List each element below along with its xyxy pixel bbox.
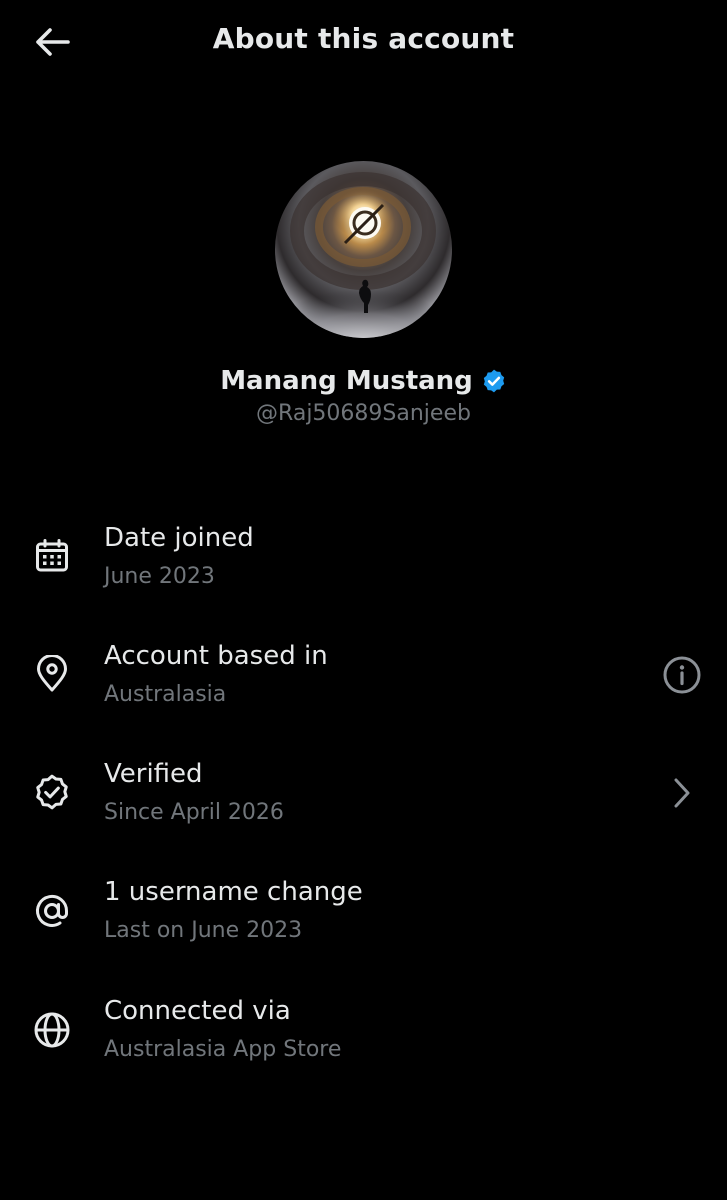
avatar[interactable]	[275, 161, 452, 338]
verified-chevron[interactable]	[660, 771, 704, 815]
location-pin-icon-wrap	[32, 654, 72, 694]
verified-check-icon	[36, 774, 68, 810]
profile-name: Manang Mustang	[220, 366, 473, 396]
row-verified[interactable]: Verified Since April 2026	[0, 748, 727, 848]
calendar-icon-wrap	[32, 536, 72, 576]
row-title: Account based in	[104, 641, 328, 671]
globe-icon-wrap	[32, 1010, 72, 1050]
verified-badge-icon	[483, 369, 504, 393]
row-title: Date joined	[104, 523, 254, 553]
page-title: About this account	[212, 22, 515, 55]
profile-name-row: Manang Mustang	[0, 366, 727, 396]
row-connected-via: Connected via Australasia App Store	[0, 985, 727, 1085]
profile-handle: @Raj50689Sanjeeb	[256, 401, 471, 426]
row-subtitle: Australasia App Store	[104, 1037, 342, 1062]
row-title: Verified	[104, 759, 203, 789]
row-account-based-in: Account based in Australasia	[0, 629, 727, 729]
row-title: Connected via	[104, 996, 291, 1026]
verified-check-icon-wrap	[32, 772, 72, 812]
row-subtitle: June 2023	[104, 564, 215, 589]
calendar-icon	[36, 539, 68, 572]
row-date-joined: Date joined June 2023	[0, 510, 727, 610]
row-subtitle: Last on June 2023	[104, 918, 303, 943]
location-pin-icon	[37, 655, 67, 692]
info-icon	[663, 656, 701, 694]
avatar-image	[275, 172, 452, 338]
info-button[interactable]	[660, 653, 704, 697]
row-subtitle: Since April 2026	[104, 800, 284, 825]
top-bar: About this account	[0, 0, 727, 84]
row-subtitle: Australasia	[104, 682, 227, 707]
row-username-change: 1 username change Last on June 2023	[0, 866, 727, 966]
at-sign-icon	[36, 894, 69, 927]
globe-icon	[34, 1012, 70, 1048]
at-sign-icon-wrap	[32, 891, 72, 931]
chevron-right-icon	[674, 778, 690, 808]
row-title: 1 username change	[104, 877, 363, 907]
